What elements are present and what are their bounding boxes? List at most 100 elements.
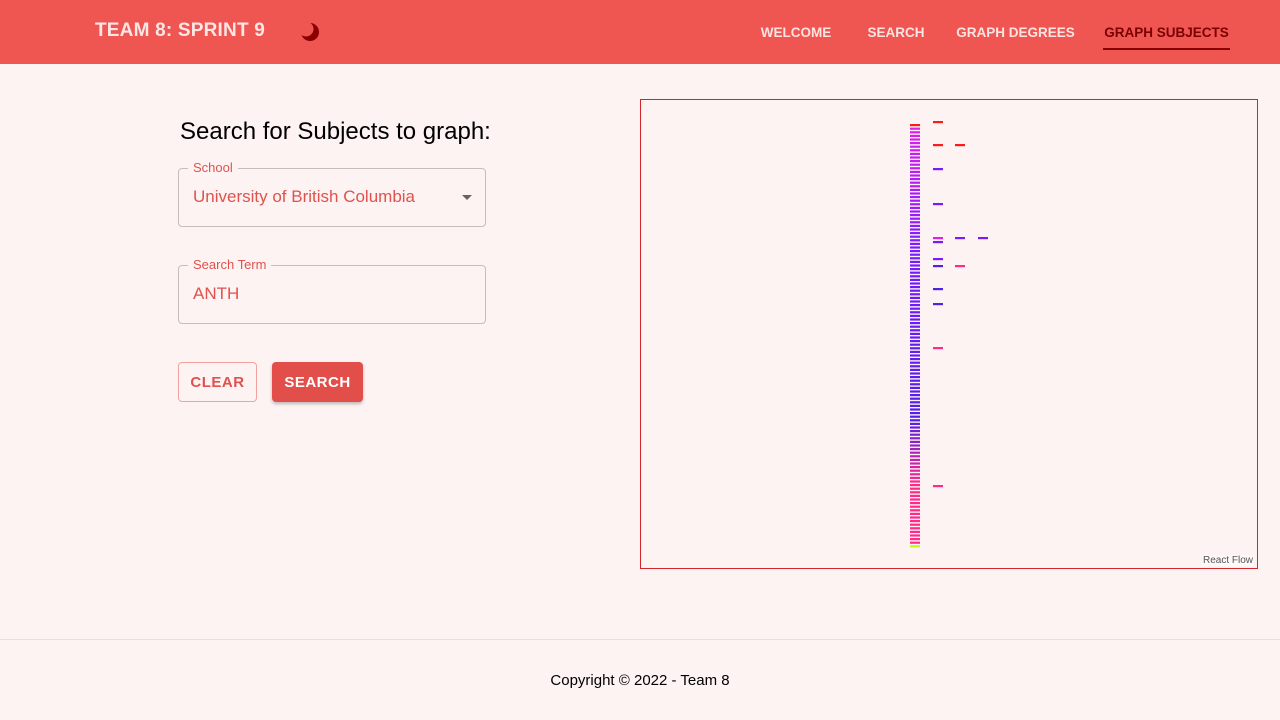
graph-node[interactable] (910, 145, 920, 148)
graph-node[interactable] (910, 415, 920, 418)
graph-node[interactable] (910, 361, 920, 364)
graph-node[interactable] (910, 397, 920, 400)
graph-node[interactable] (910, 340, 920, 343)
graph-node[interactable] (910, 444, 920, 447)
graph-node[interactable] (910, 235, 920, 238)
graph-node[interactable] (910, 138, 920, 141)
graph-node[interactable] (910, 394, 920, 397)
graph-node[interactable] (933, 203, 943, 206)
graph-node[interactable] (910, 491, 920, 494)
graph-node[interactable] (910, 545, 920, 548)
graph-node[interactable] (978, 237, 988, 240)
graph-node[interactable] (910, 422, 920, 425)
graph-node[interactable] (910, 264, 920, 267)
clear-button[interactable]: CLEAR (178, 362, 257, 402)
moon-icon[interactable] (298, 20, 322, 44)
graph-node[interactable] (910, 347, 920, 350)
graph-node[interactable] (910, 181, 920, 184)
graph-node[interactable] (910, 336, 920, 339)
graph-node[interactable] (955, 144, 965, 147)
graph-node[interactable] (910, 494, 920, 497)
graph-node[interactable] (910, 358, 920, 361)
graph-node[interactable] (910, 246, 920, 249)
graph-node[interactable] (933, 237, 943, 240)
graph-node[interactable] (910, 419, 920, 422)
graph-node[interactable] (910, 372, 920, 375)
graph-node[interactable] (910, 134, 920, 137)
graph-node[interactable] (910, 376, 920, 379)
graph-node[interactable] (910, 300, 920, 303)
graph-node[interactable] (910, 304, 920, 307)
graph-node[interactable] (933, 144, 943, 147)
graph-node[interactable] (910, 484, 920, 487)
graph-node[interactable] (910, 480, 920, 483)
graph-node[interactable] (910, 257, 920, 260)
graph-node[interactable] (910, 203, 920, 206)
search-term-input[interactable]: Search Term ANTH (178, 257, 486, 324)
graph-node[interactable] (910, 253, 920, 256)
graph-node[interactable] (910, 289, 920, 292)
graph-node[interactable] (910, 527, 920, 530)
graph-node[interactable] (910, 224, 920, 227)
graph-node[interactable] (910, 448, 920, 451)
graph-node[interactable] (933, 288, 943, 291)
react-flow-attribution[interactable]: React Flow (1201, 555, 1254, 566)
graph-node[interactable] (910, 178, 920, 181)
graph-node[interactable] (910, 278, 920, 281)
graph-node[interactable] (910, 505, 920, 508)
graph-node[interactable] (910, 426, 920, 429)
graph-node[interactable] (910, 174, 920, 177)
graph-node[interactable] (910, 437, 920, 440)
graph-node[interactable] (910, 260, 920, 263)
graph-node[interactable] (910, 188, 920, 191)
graph-node[interactable] (910, 167, 920, 170)
graph-node[interactable] (910, 221, 920, 224)
graph-node[interactable] (910, 502, 920, 505)
graph-node[interactable] (910, 152, 920, 155)
graph-node[interactable] (910, 354, 920, 357)
graph-node[interactable] (910, 509, 920, 512)
graph-node[interactable] (910, 314, 920, 317)
graph-node[interactable] (910, 160, 920, 163)
nav-welcome[interactable]: WELCOME (755, 0, 837, 64)
graph-node[interactable] (910, 282, 920, 285)
graph-node[interactable] (910, 473, 920, 476)
graph-node[interactable] (910, 343, 920, 346)
graph-node[interactable] (933, 265, 943, 268)
graph-node[interactable] (910, 185, 920, 188)
graph-node[interactable] (933, 485, 943, 488)
graph-node[interactable] (910, 440, 920, 443)
graph-node[interactable] (910, 286, 920, 289)
graph-node[interactable] (910, 124, 920, 127)
graph-node[interactable] (910, 214, 920, 217)
graph-node[interactable] (910, 156, 920, 159)
graph-node[interactable] (933, 347, 943, 350)
graph-node[interactable] (933, 121, 943, 124)
school-select[interactable]: School University of British Columbia (178, 160, 486, 227)
graph-node[interactable] (910, 350, 920, 353)
graph-node[interactable] (910, 379, 920, 382)
graph-node[interactable] (933, 241, 943, 244)
graph-node[interactable] (933, 258, 943, 261)
graph-node[interactable] (910, 520, 920, 523)
graph-node[interactable] (910, 311, 920, 314)
graph-node[interactable] (910, 498, 920, 501)
graph-node[interactable] (910, 322, 920, 325)
graph-node[interactable] (910, 149, 920, 152)
graph-node[interactable] (910, 163, 920, 166)
graph-node[interactable] (910, 458, 920, 461)
graph-node[interactable] (910, 268, 920, 271)
graph-node[interactable] (910, 192, 920, 195)
graph-nodes[interactable] (641, 100, 1258, 569)
graph-node[interactable] (910, 242, 920, 245)
graph-node[interactable] (910, 476, 920, 479)
graph-node[interactable] (910, 430, 920, 433)
graph-node[interactable] (910, 512, 920, 515)
graph-node[interactable] (910, 462, 920, 465)
graph-node[interactable] (910, 293, 920, 296)
search-term-value[interactable]: ANTH (193, 284, 239, 304)
graph-node[interactable] (910, 368, 920, 371)
graph-node[interactable] (910, 469, 920, 472)
graph-node[interactable] (910, 210, 920, 213)
graph-canvas[interactable]: React Flow (640, 99, 1258, 569)
